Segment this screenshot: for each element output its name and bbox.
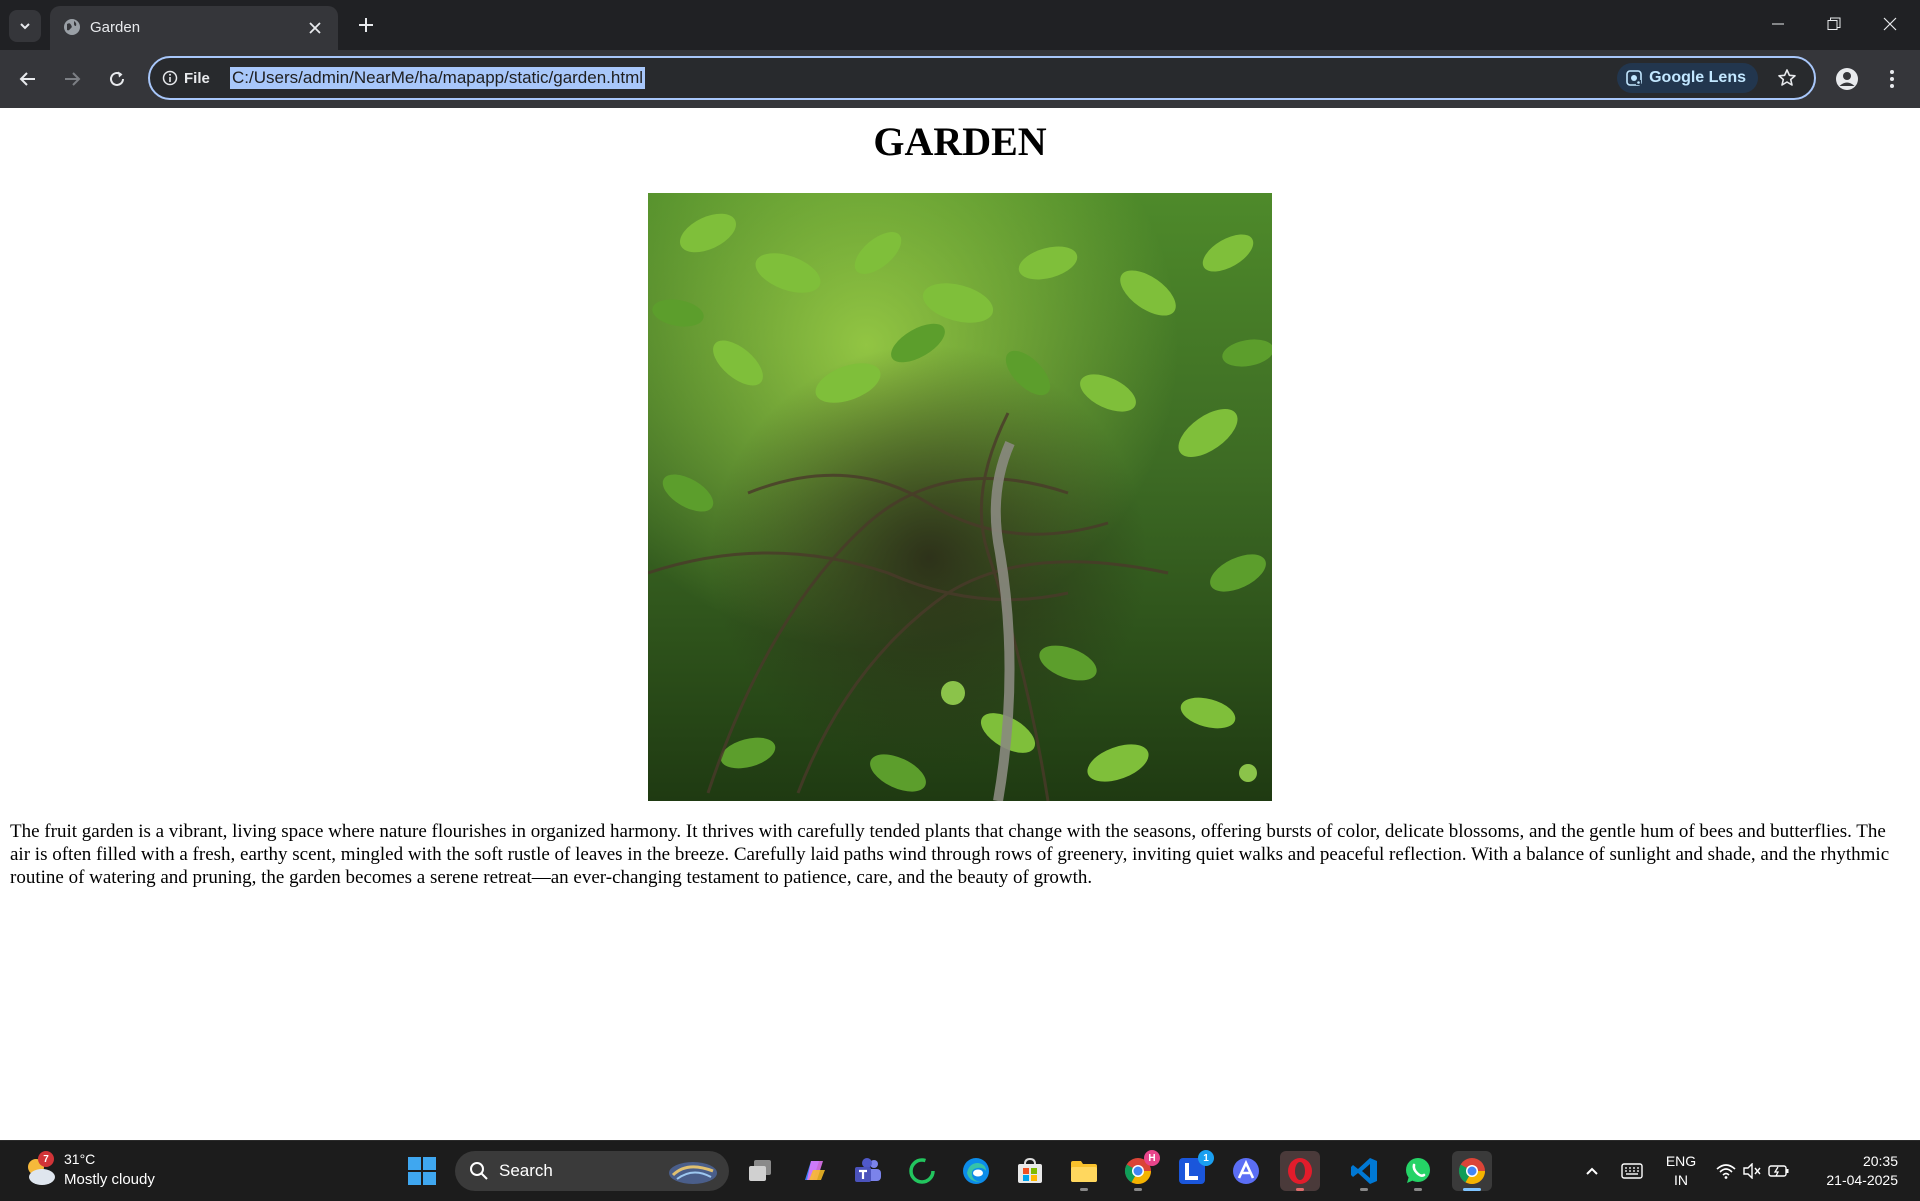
weather-alert-badge: 7 [38, 1151, 54, 1167]
language-code: ENG [1665, 1153, 1697, 1169]
battery-icon [1768, 1165, 1789, 1177]
page-content: GARDEN The fruit garden is a vibrant, li… [0, 108, 1920, 1140]
notification-badge: 1 [1198, 1150, 1214, 1166]
forward-button[interactable] [56, 63, 88, 95]
profile-badge: H [1144, 1150, 1160, 1166]
store-app[interactable] [1010, 1151, 1050, 1191]
start-button[interactable] [402, 1151, 442, 1191]
weather-temp: 31°C [64, 1151, 96, 1167]
vscode-app[interactable] [1344, 1151, 1384, 1191]
google-lens-button[interactable]: Google Lens [1617, 63, 1758, 93]
clock-date: 21-04-2025 [1826, 1172, 1898, 1188]
google-lens-label: Google Lens [1649, 69, 1746, 86]
bookmark-button[interactable] [1774, 65, 1800, 91]
profile-icon [1836, 68, 1858, 90]
page-paragraph: The fruit garden is a vibrant, living sp… [10, 821, 1890, 888]
search-highlight-icon [669, 1162, 717, 1184]
keyboard-icon [1621, 1163, 1643, 1179]
minimize-icon [1772, 23, 1784, 25]
chrome-profile-app[interactable]: H [1118, 1150, 1160, 1191]
site-info-button[interactable]: File [162, 67, 210, 89]
running-indicator [1414, 1188, 1422, 1191]
running-indicator [1134, 1188, 1142, 1191]
whatsapp-icon [1406, 1158, 1430, 1183]
close-icon [1883, 17, 1897, 31]
sync-app[interactable] [902, 1151, 942, 1191]
store-icon [1018, 1157, 1042, 1183]
new-tab-button[interactable] [352, 11, 380, 39]
copilot-icon [805, 1161, 825, 1180]
search-label: Search [499, 1161, 553, 1180]
more-vertical-icon [1890, 70, 1894, 88]
arrow-right-icon [65, 72, 81, 86]
menu-button[interactable] [1876, 63, 1908, 95]
chevron-down-icon [20, 23, 30, 30]
language-indicator[interactable]: ENG IN [1658, 1151, 1704, 1191]
tab-garden[interactable]: Garden [50, 6, 338, 50]
minimize-button[interactable] [1750, 0, 1806, 48]
tab-title: Garden [90, 19, 141, 36]
opera-icon [1288, 1158, 1312, 1184]
reload-icon [110, 71, 124, 86]
teams-icon [855, 1158, 881, 1182]
copilot-app[interactable] [794, 1151, 834, 1191]
windows-icon [408, 1157, 436, 1185]
quick-settings-button[interactable] [1712, 1151, 1794, 1191]
sync-ring-icon [909, 1158, 935, 1184]
opera-app[interactable] [1280, 1151, 1320, 1191]
close-window-button[interactable] [1862, 0, 1918, 48]
show-hidden-icons-button[interactable] [1572, 1151, 1612, 1191]
browser-tab-strip: Garden [0, 0, 1920, 50]
weather-desc: Mostly cloudy [64, 1171, 155, 1188]
star-icon [1778, 69, 1796, 86]
clock-button[interactable]: 20:35 21-04-2025 [1808, 1151, 1898, 1191]
restore-button[interactable] [1806, 0, 1862, 48]
site-info-label: File [184, 69, 210, 87]
chrome-app[interactable] [1452, 1151, 1492, 1191]
close-icon [309, 22, 321, 34]
tab-search-button[interactable] [9, 10, 41, 42]
browser-toolbar: File C:/Users/admin/NearMe/ha/mapapp/sta… [0, 50, 1920, 108]
vscode-icon [1351, 1158, 1377, 1184]
running-indicator [1296, 1188, 1304, 1191]
address-bar[interactable]: File C:/Users/admin/NearMe/ha/mapapp/sta… [148, 56, 1816, 100]
taskbar: 7 31°C Mostly cloudy Search H 1 ENG IN 2… [0, 1140, 1920, 1201]
volume-muted-icon [1743, 1163, 1761, 1179]
plus-icon [359, 18, 373, 32]
touch-keyboard-button[interactable] [1612, 1151, 1652, 1191]
running-indicator [1360, 1188, 1368, 1191]
reload-button[interactable] [101, 63, 133, 95]
url-text[interactable]: C:/Users/admin/NearMe/ha/mapapp/static/g… [230, 67, 646, 89]
edge-app[interactable] [956, 1151, 996, 1191]
info-icon [162, 70, 178, 86]
edge-icon [963, 1158, 989, 1184]
l-app[interactable]: 1 [1172, 1150, 1214, 1191]
running-indicator [1463, 1188, 1481, 1191]
whatsapp-app[interactable] [1398, 1151, 1438, 1191]
task-view-button[interactable] [740, 1151, 780, 1191]
teams-app[interactable] [848, 1151, 888, 1191]
search-icon [470, 1162, 488, 1180]
arc-icon [1233, 1158, 1259, 1184]
region-code: IN [1674, 1172, 1688, 1188]
file-explorer-app[interactable] [1064, 1151, 1104, 1191]
arrow-left-icon [19, 72, 35, 86]
profile-button[interactable] [1831, 63, 1863, 95]
clock-time: 20:35 [1862, 1153, 1898, 1169]
tab-close-button[interactable] [304, 17, 326, 39]
restore-icon [1827, 17, 1841, 30]
back-button[interactable] [12, 63, 44, 95]
lens-icon [1626, 70, 1642, 86]
taskbar-search-box[interactable]: Search [455, 1151, 729, 1191]
page-title: GARDEN [873, 119, 1047, 164]
garden-photo [648, 193, 1272, 801]
chrome-icon [1458, 1158, 1486, 1185]
folder-icon [1071, 1161, 1097, 1182]
arc-app[interactable] [1226, 1151, 1266, 1191]
chevron-up-icon [1586, 1167, 1598, 1175]
task-view-icon [749, 1160, 771, 1181]
wifi-icon [1716, 1164, 1736, 1179]
globe-icon [64, 19, 80, 35]
running-indicator [1080, 1188, 1088, 1191]
